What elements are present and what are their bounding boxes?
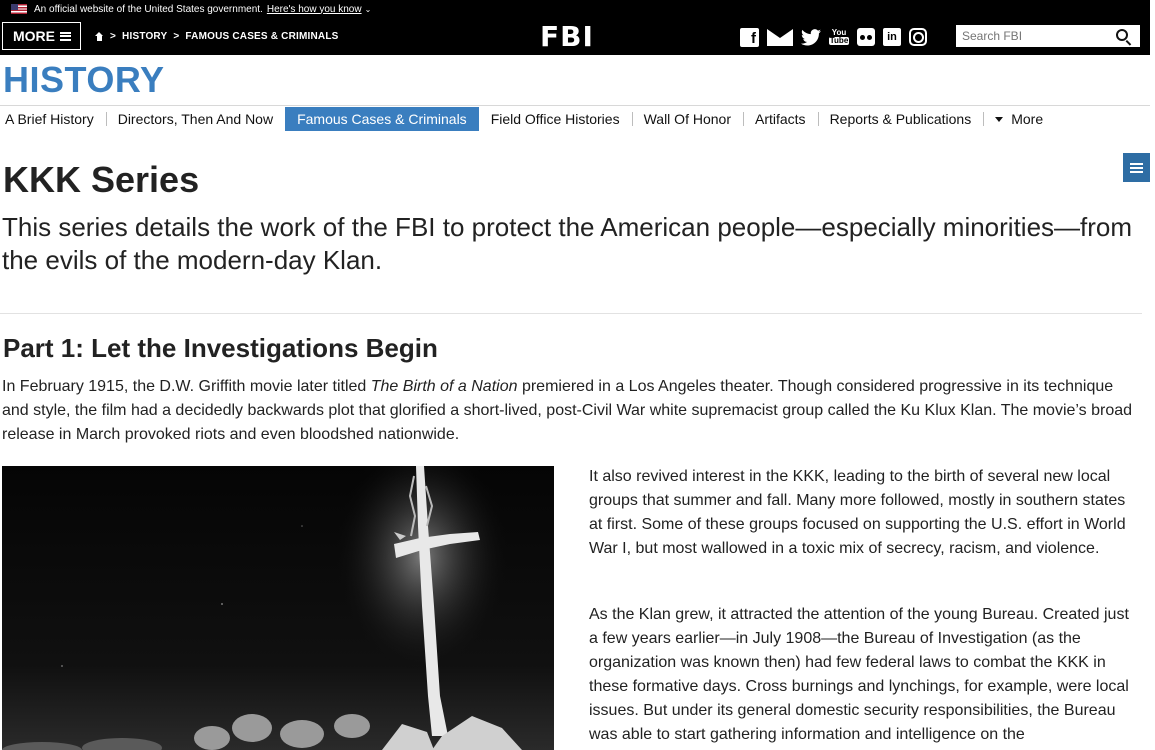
- side-menu-toggle[interactable]: [1123, 153, 1150, 182]
- divider: [0, 313, 1142, 314]
- subnav-more-label: More: [1011, 111, 1044, 127]
- chevron-down-icon[interactable]: ⌄: [365, 5, 372, 14]
- breadcrumb-history[interactable]: HISTORY: [122, 31, 167, 42]
- mail-icon[interactable]: [767, 27, 793, 47]
- part-title: Part 1: Let the Investigations Begin: [3, 333, 438, 363]
- breadcrumb-separator: >: [110, 31, 117, 42]
- search-input[interactable]: [956, 26, 1106, 46]
- subnav-item-reports-publications[interactable]: Reports & Publications: [817, 107, 984, 131]
- linkedin-icon[interactable]: in: [883, 28, 901, 46]
- fbi-logo[interactable]: FBI: [540, 22, 594, 52]
- caret-down-icon: [995, 116, 1004, 122]
- breadcrumb-famous-cases[interactable]: FAMOUS CASES & CRIMINALS: [185, 31, 338, 42]
- breadcrumb: > HISTORY > FAMOUS CASES & CRIMINALS: [95, 18, 339, 55]
- instagram-icon[interactable]: [909, 28, 927, 46]
- paragraph-1: In February 1915, the D.W. Griffith movi…: [2, 375, 1142, 447]
- breadcrumb-separator: >: [173, 31, 180, 42]
- subnav-item-directors[interactable]: Directors, Then And Now: [105, 107, 285, 131]
- subnav-item-artifacts[interactable]: Artifacts: [742, 107, 818, 131]
- divider: [0, 105, 1150, 106]
- paragraph-3: As the Klan grew, it attracted the atten…: [589, 606, 1129, 743]
- top-navigation: MORE > HISTORY > FAMOUS CASES & CRIMINAL…: [0, 18, 1150, 55]
- article-lede: This series details the work of the FBI …: [2, 212, 1133, 275]
- paragraph-1-start: In February 1915, the D.W. Griffith movi…: [2, 378, 371, 395]
- burning-cross-photo: [2, 466, 554, 750]
- subnav-item-field-office-histories[interactable]: Field Office Histories: [479, 107, 632, 131]
- subnav-more-button[interactable]: More: [983, 107, 1055, 131]
- list-menu-icon: [1130, 162, 1143, 173]
- twitter-icon[interactable]: [801, 27, 821, 47]
- film-title: The Birth of a Nation: [370, 378, 518, 395]
- home-icon[interactable]: [95, 32, 104, 41]
- subnav-item-brief-history[interactable]: A Brief History: [0, 107, 106, 131]
- subnav-item-famous-cases[interactable]: Famous Cases & Criminals: [285, 107, 479, 131]
- subnav-item-wall-of-honor[interactable]: Wall Of Honor: [631, 107, 743, 131]
- flickr-icon[interactable]: [857, 28, 875, 46]
- more-menu-label: MORE: [13, 28, 55, 44]
- hamburger-icon: [60, 31, 71, 41]
- us-flag-icon: [11, 4, 27, 14]
- history-subnav: A Brief History Directors, Then And Now …: [0, 107, 1055, 131]
- more-menu-button[interactable]: MORE: [2, 22, 81, 50]
- gov-banner-text: An official website of the United States…: [34, 3, 263, 15]
- search-icon[interactable]: [1116, 29, 1128, 41]
- paragraph-2: It also revived interest in the KKK, lea…: [589, 468, 1126, 557]
- heres-how-you-know-link[interactable]: Here's how you know: [267, 4, 362, 15]
- article-photo: [2, 466, 554, 750]
- social-links: f You Tube in: [740, 27, 927, 47]
- search-box: [956, 25, 1140, 47]
- facebook-icon[interactable]: f: [740, 27, 759, 47]
- gov-banner: An official website of the United States…: [0, 0, 1150, 18]
- youtube-icon[interactable]: You Tube: [828, 27, 850, 47]
- section-title[interactable]: HISTORY: [3, 60, 165, 100]
- page-title: KKK Series: [3, 159, 200, 200]
